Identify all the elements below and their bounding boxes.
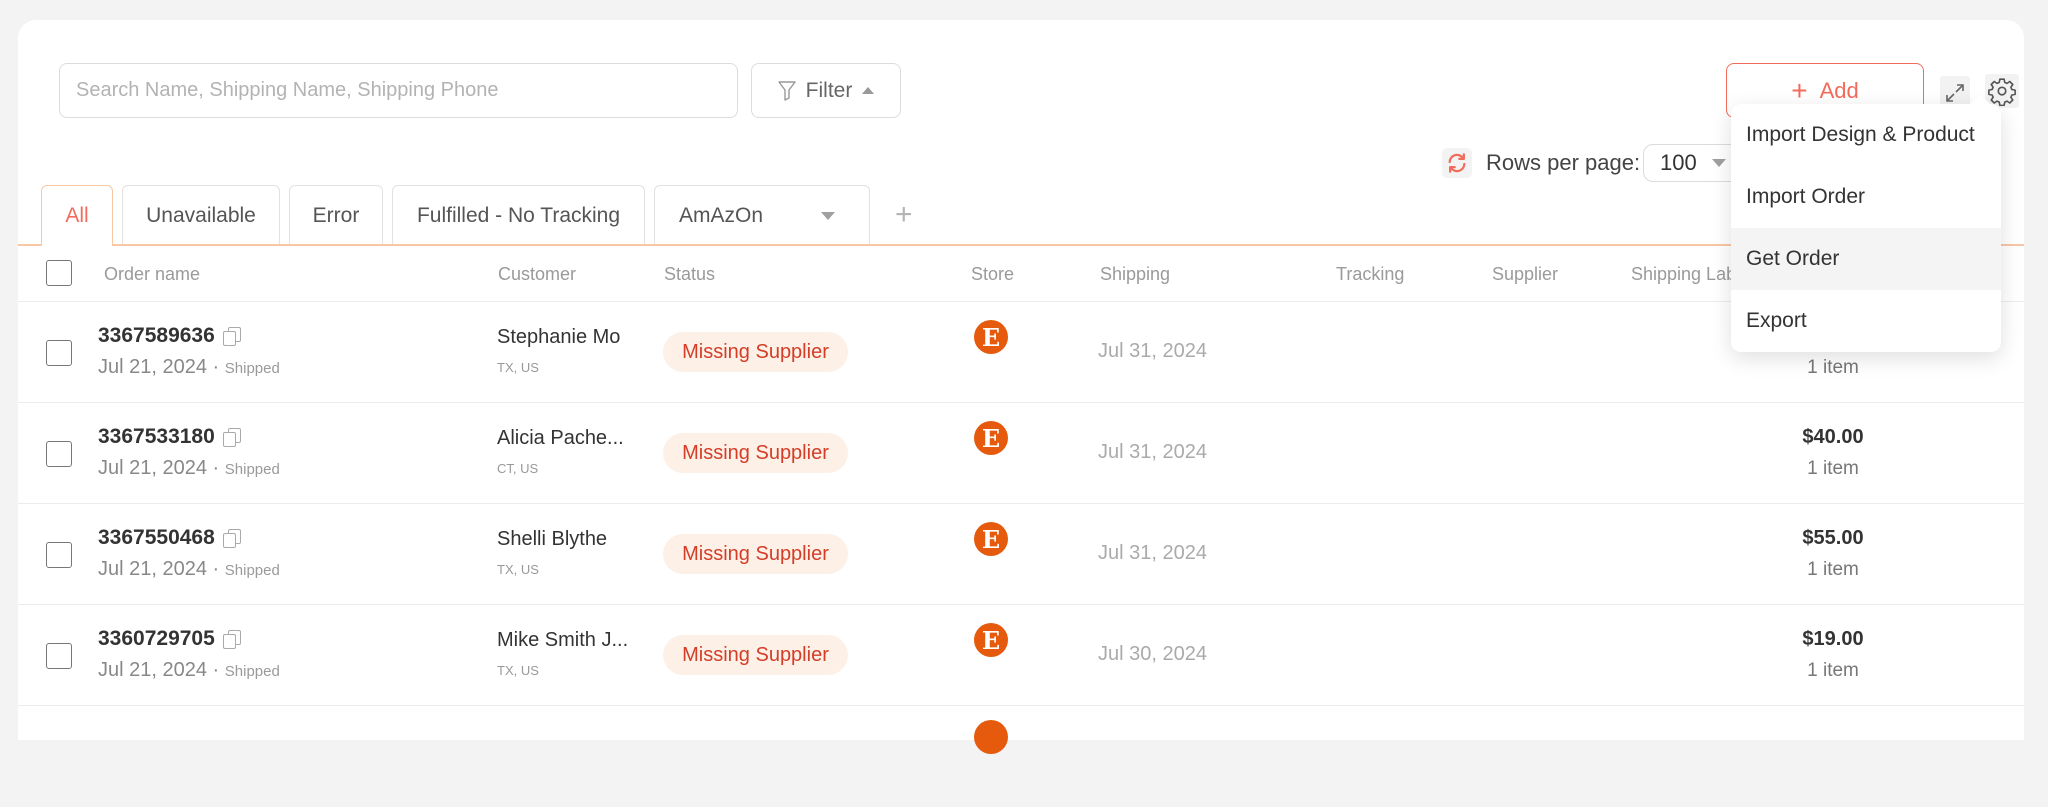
order-date: Jul 21, 2024 · Shipped <box>98 558 280 580</box>
shipping-date: Jul 31, 2024 <box>1098 542 1207 564</box>
customer-location: TX, US <box>497 360 539 375</box>
item-count: 1 item <box>1807 357 1859 378</box>
table-row-partial <box>18 706 2024 807</box>
customer-name: Alicia Pache... <box>497 427 624 449</box>
copy-icon[interactable] <box>222 529 241 548</box>
tab-label: Fulfilled - No Tracking <box>416 203 621 227</box>
table-header: Order name Customer Status Store Shippin… <box>18 246 2024 302</box>
filter-button[interactable]: Filter <box>751 63 901 118</box>
customer-location: TX, US <box>497 562 539 577</box>
column-customer[interactable]: Customer <box>498 264 576 285</box>
order-number[interactable]: 3367533180 <box>98 425 215 449</box>
tab-label: Error <box>312 203 360 227</box>
order-price: $55.00 <box>1802 527 1864 549</box>
copy-icon[interactable] <box>222 327 241 346</box>
order-price: $40.00 <box>1802 426 1864 448</box>
table-row[interactable]: 3367589636 Jul 21, 2024 · Shipped Stepha… <box>18 302 2024 403</box>
column-order-name[interactable]: Order name <box>104 264 200 285</box>
chevron-down-icon[interactable] <box>821 211 835 220</box>
expand-icon <box>1946 84 1964 102</box>
search-input[interactable] <box>59 63 738 118</box>
customer-name: Mike Smith J... <box>497 629 629 651</box>
fulfillment-status: Shipped <box>224 461 280 478</box>
table-row[interactable]: 3360729705 Jul 21, 2024 · Shipped Mike S… <box>18 605 2024 706</box>
tab-unavailable[interactable]: Unavailable <box>122 185 280 245</box>
chevron-down-icon <box>1712 159 1726 167</box>
tab-label: AmAzOn <box>679 203 764 227</box>
tab-error[interactable]: Error <box>289 185 383 245</box>
customer-name: Stephanie Mo <box>497 326 621 348</box>
rows-per-page-value: 100 <box>1660 150 1697 175</box>
fulfillment-status: Shipped <box>224 562 280 579</box>
filter-icon <box>777 80 796 101</box>
status-badge: Missing Supplier <box>663 534 848 574</box>
tab-label: Unavailable <box>146 203 256 227</box>
settings-menu: Import Design & Product Import Order Get… <box>1731 104 2001 352</box>
status-badge: Missing Supplier <box>663 433 848 473</box>
plus-icon: + <box>1791 74 1808 106</box>
order-price: $19.00 <box>1802 628 1864 650</box>
orders-card: Filter + Add Rows per page: 100 All Unav… <box>18 20 2024 754</box>
add-label: Add <box>1819 77 1859 103</box>
filter-label: Filter <box>805 78 853 102</box>
rows-per-page-select[interactable]: 100 <box>1643 144 1741 182</box>
table-row[interactable]: 3367533180 Jul 21, 2024 · Shipped Alicia… <box>18 403 2024 504</box>
etsy-store-icon: E <box>974 623 1008 657</box>
shipping-date: Jul 30, 2024 <box>1098 643 1207 665</box>
row-checkbox[interactable] <box>46 643 72 669</box>
order-date: Jul 21, 2024 · Shipped <box>98 659 280 681</box>
copy-icon[interactable] <box>222 428 241 447</box>
tab-fulfilled-no-tracking[interactable]: Fulfilled - No Tracking <box>392 185 645 245</box>
order-number[interactable]: 3367550468 <box>98 526 215 550</box>
select-all-checkbox[interactable] <box>46 260 72 286</box>
settings-button[interactable] <box>1985 74 2019 108</box>
customer-location: TX, US <box>497 663 539 678</box>
column-supplier[interactable]: Supplier <box>1492 264 1558 285</box>
tab-label: All <box>65 204 89 227</box>
column-shipping[interactable]: Shipping <box>1100 264 1170 285</box>
fulfillment-status: Shipped <box>224 663 280 680</box>
etsy-store-icon <box>974 720 1008 754</box>
tab-amazon[interactable]: AmAzOn <box>654 185 870 245</box>
tab-all[interactable]: All <box>41 185 113 246</box>
column-store[interactable]: Store <box>971 264 1014 285</box>
menu-item-import-order[interactable]: Import Order <box>1731 166 2001 228</box>
fulfillment-status: Shipped <box>224 360 280 377</box>
status-badge: Missing Supplier <box>663 332 848 372</box>
menu-item-get-order[interactable]: Get Order <box>1731 228 2001 290</box>
refresh-button[interactable] <box>1442 148 1472 178</box>
caret-up-icon <box>862 87 875 94</box>
order-number[interactable]: 3367589636 <box>98 324 215 348</box>
rows-per-page-label: Rows per page: <box>1486 150 1641 175</box>
table-row[interactable]: 3367550468 Jul 21, 2024 · Shipped Shelli… <box>18 504 2024 605</box>
row-checkbox[interactable] <box>46 441 72 467</box>
row-checkbox[interactable] <box>46 340 72 366</box>
menu-item-import-design-product[interactable]: Import Design & Product <box>1731 104 2001 166</box>
shipping-date: Jul 31, 2024 <box>1098 340 1207 362</box>
item-count: 1 item <box>1807 660 1859 681</box>
order-number[interactable]: 3360729705 <box>98 627 215 651</box>
row-checkbox[interactable] <box>46 542 72 568</box>
etsy-store-icon: E <box>974 522 1008 556</box>
refresh-icon <box>1448 153 1466 173</box>
status-badge: Missing Supplier <box>663 635 848 675</box>
menu-item-export[interactable]: Export <box>1731 290 2001 352</box>
customer-location: CT, US <box>497 461 539 476</box>
column-status[interactable]: Status <box>664 264 715 285</box>
add-tab-button[interactable]: + <box>895 198 913 232</box>
item-count: 1 item <box>1807 559 1859 580</box>
etsy-store-icon: E <box>974 421 1008 455</box>
shipping-date: Jul 31, 2024 <box>1098 441 1207 463</box>
etsy-store-icon: E <box>974 320 1008 354</box>
gear-icon <box>1988 78 2016 106</box>
order-date: Jul 21, 2024 · Shipped <box>98 457 280 479</box>
copy-icon[interactable] <box>222 630 241 649</box>
item-count: 1 item <box>1807 458 1859 479</box>
order-date: Jul 21, 2024 · Shipped <box>98 356 280 378</box>
customer-name: Shelli Blythe <box>497 528 608 550</box>
column-tracking[interactable]: Tracking <box>1336 264 1404 285</box>
